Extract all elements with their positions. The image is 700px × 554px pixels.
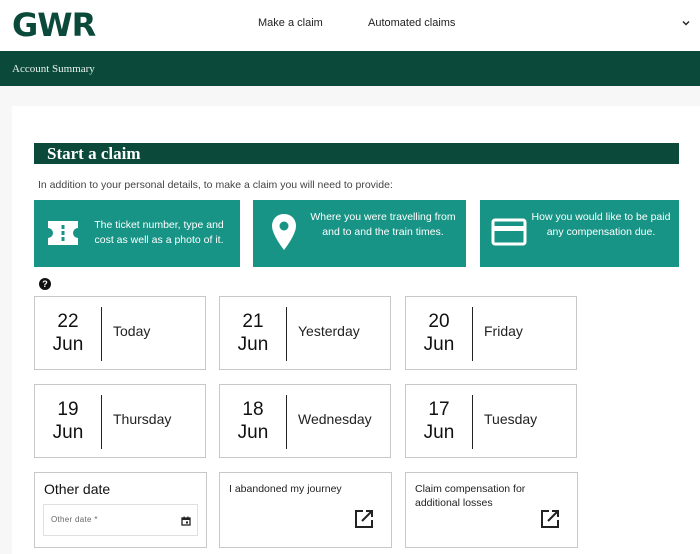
account-summary-link[interactable]: Account Summary <box>12 63 95 75</box>
chevron-down-icon[interactable] <box>680 17 692 29</box>
abandoned-journey-label: I abandoned my journey <box>229 483 342 495</box>
date-day-label: Friday <box>484 323 523 339</box>
nav-make-a-claim[interactable]: Make a claim <box>258 17 323 29</box>
additional-losses-label: Claim compensation for additional losses <box>415 483 526 509</box>
credit-card-icon <box>491 218 527 246</box>
date-option-20-jun[interactable]: 20 Jun Friday <box>405 296 577 370</box>
page-title: Start a claim <box>47 144 141 163</box>
date-divider <box>286 395 287 449</box>
date-option-21-jun[interactable]: 21 Jun Yesterday <box>219 296 391 370</box>
date-option-18-jun[interactable]: 18 Jun Wednesday <box>219 384 391 458</box>
date-option-17-jun[interactable]: 17 Jun Tuesday <box>405 384 577 458</box>
external-link-icon <box>355 510 373 528</box>
info-card-payment: How you would like to be paid any compen… <box>480 200 679 267</box>
date-month: Jun <box>237 422 269 443</box>
date-number: 21 <box>242 311 264 332</box>
info-card-text: Where you were travelling from and to an… <box>310 211 456 238</box>
date-month: Jun <box>423 334 455 355</box>
date-month: Jun <box>52 334 84 355</box>
intro-text: In addition to your personal details, to… <box>38 179 393 191</box>
date-divider <box>101 307 102 361</box>
other-date-placeholder: Other date * <box>51 515 98 524</box>
date-day-label: Wednesday <box>298 411 372 427</box>
date-month: Jun <box>237 334 269 355</box>
sub-navigation-bar <box>0 51 700 86</box>
info-card-text: The ticket number, type and cost as well… <box>94 219 224 246</box>
additional-losses-card[interactable]: Claim compensation for additional losses <box>405 472 578 548</box>
calendar-icon[interactable] <box>181 516 191 526</box>
date-option-22-jun[interactable]: 22 Jun Today <box>34 296 206 370</box>
date-number: 20 <box>428 311 450 332</box>
ticket-icon <box>48 221 78 245</box>
nav-automated-claims[interactable]: Automated claims <box>368 17 455 29</box>
location-pin-icon <box>272 214 296 250</box>
date-day-label: Yesterday <box>298 323 360 339</box>
other-date-input[interactable]: Other date * <box>43 504 198 536</box>
help-icon[interactable]: ? <box>39 278 51 290</box>
date-number: 17 <box>428 399 450 420</box>
date-divider <box>472 307 473 361</box>
date-day-label: Thursday <box>113 411 172 427</box>
info-card-text: How you would like to be paid any compen… <box>531 211 671 238</box>
date-day-label: Today <box>113 323 151 339</box>
gwr-logo[interactable]: GWR <box>12 6 96 44</box>
date-number: 19 <box>57 399 79 420</box>
info-card-ticket: The ticket number, type and cost as well… <box>34 200 240 267</box>
date-month: Jun <box>52 422 84 443</box>
date-day-label: Tuesday <box>484 411 538 427</box>
date-option-19-jun[interactable]: 19 Jun Thursday <box>34 384 206 458</box>
date-number: 22 <box>57 311 79 332</box>
other-date-card: Other date Other date * <box>34 472 207 548</box>
info-card-journey: Where you were travelling from and to an… <box>253 200 466 267</box>
other-date-title: Other date <box>44 481 111 497</box>
abandoned-journey-card[interactable]: I abandoned my journey <box>219 472 392 548</box>
date-month: Jun <box>423 422 455 443</box>
date-divider <box>101 395 102 449</box>
date-divider <box>286 307 287 361</box>
date-number: 18 <box>242 399 264 420</box>
date-divider <box>472 395 473 449</box>
top-navigation: GWR Make a claim Automated claims <box>0 0 700 51</box>
external-link-icon <box>541 510 559 528</box>
